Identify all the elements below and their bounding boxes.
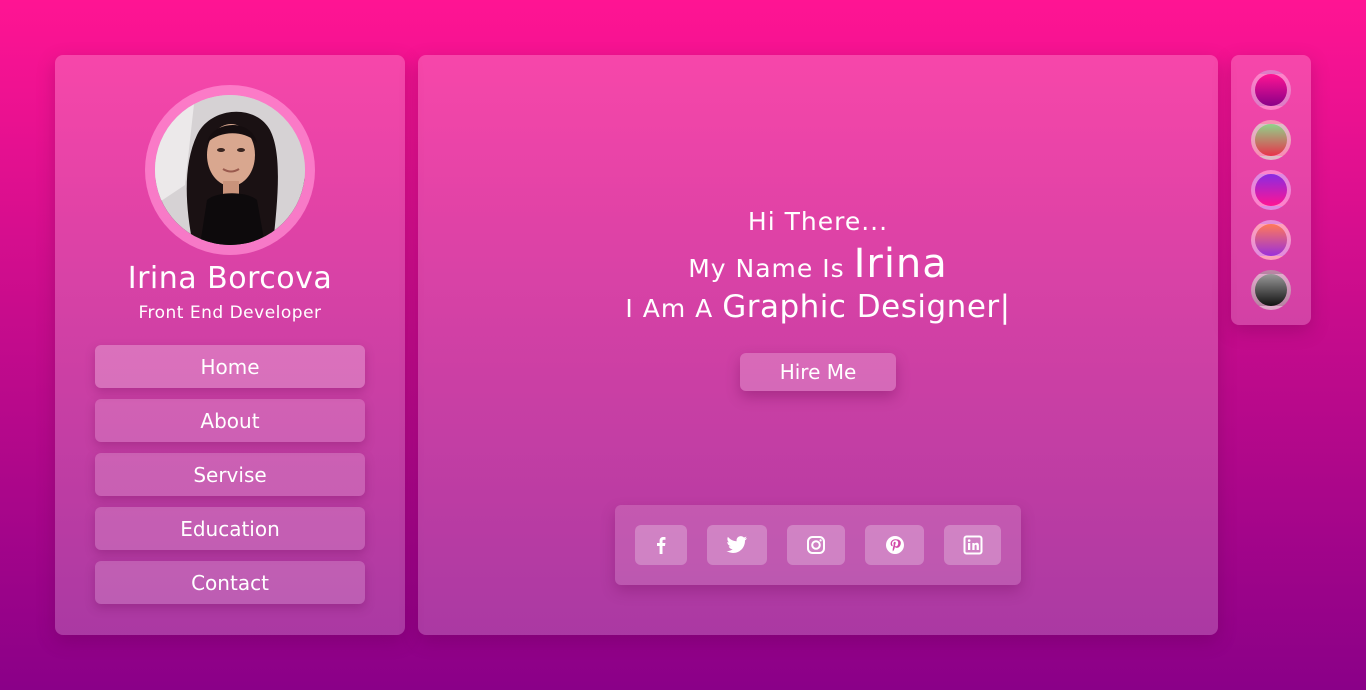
profile-name: Irina Borcova bbox=[127, 261, 333, 296]
twitter-button[interactable] bbox=[707, 525, 767, 565]
theme-swatch-green-red[interactable] bbox=[1251, 120, 1291, 160]
profile-sidebar: Irina Borcova Front End Developer Home A… bbox=[55, 55, 405, 635]
hero-name-prefix: My Name Is bbox=[688, 254, 845, 283]
avatar-photo bbox=[155, 95, 305, 245]
avatar-ring bbox=[145, 85, 315, 255]
hero-text: Hi There... My Name Is Irina I Am A Grap… bbox=[418, 207, 1218, 325]
hero-role-line: I Am A Graphic Designer| bbox=[418, 289, 1218, 325]
hire-me-button[interactable]: Hire Me bbox=[740, 353, 896, 391]
hero-role-prefix: I Am A bbox=[625, 294, 714, 323]
theme-swatch-violet-pink[interactable] bbox=[1251, 170, 1291, 210]
home-section: Hi There... My Name Is Irina I Am A Grap… bbox=[418, 55, 1218, 635]
nav-item-about[interactable]: About bbox=[95, 399, 365, 442]
theme-switcher bbox=[1231, 55, 1311, 325]
nav-item-contact[interactable]: Contact bbox=[95, 561, 365, 604]
instagram-button[interactable] bbox=[787, 525, 845, 565]
theme-swatch-gray-black[interactable] bbox=[1251, 270, 1291, 310]
instagram-icon bbox=[807, 536, 825, 554]
nav-item-servise[interactable]: Servise bbox=[95, 453, 365, 496]
linkedin-button[interactable] bbox=[944, 525, 1001, 565]
profile-role: Front End Developer bbox=[138, 303, 322, 323]
twitter-icon bbox=[726, 536, 748, 553]
hero-name: Irina bbox=[853, 241, 948, 287]
social-links bbox=[615, 505, 1021, 585]
nav-item-education[interactable]: Education bbox=[95, 507, 365, 550]
avatar bbox=[155, 95, 305, 245]
nav-item-home[interactable]: Home bbox=[95, 345, 365, 388]
linkedin-icon bbox=[963, 535, 982, 555]
theme-swatch-pink-purple[interactable] bbox=[1251, 70, 1291, 110]
hero-role: Graphic Designer| bbox=[722, 289, 1011, 325]
hero-greeting: Hi There... bbox=[747, 207, 889, 236]
hero-name-line: My Name Is Irina bbox=[418, 241, 1218, 289]
facebook-icon bbox=[657, 537, 666, 554]
facebook-button[interactable] bbox=[635, 525, 687, 565]
pinterest-icon bbox=[885, 536, 904, 554]
pinterest-button[interactable] bbox=[865, 525, 924, 565]
theme-swatch-coral-purple[interactable] bbox=[1251, 220, 1291, 260]
sidebar-nav: Home About Servise Education Contact bbox=[95, 345, 365, 615]
